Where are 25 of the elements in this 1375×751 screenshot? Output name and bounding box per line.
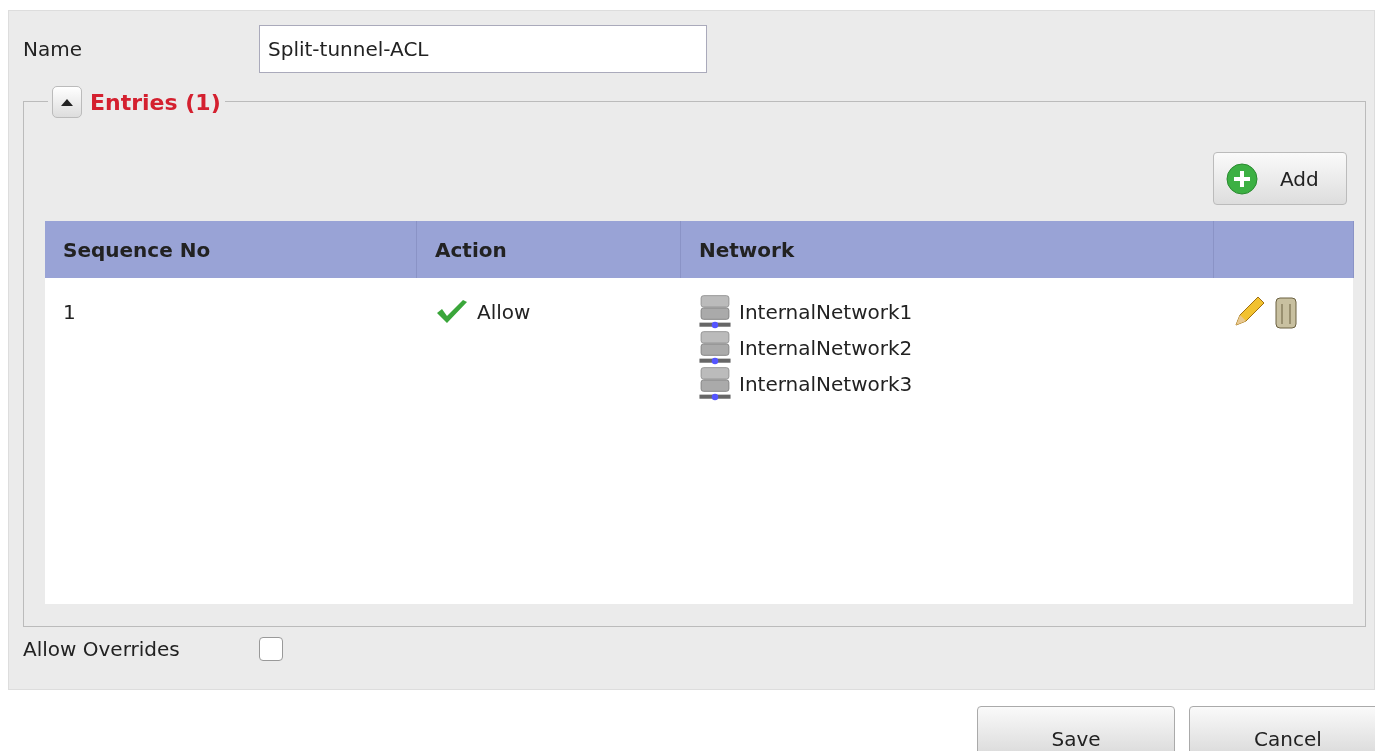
name-label: Name xyxy=(23,37,83,61)
add-button[interactable]: Add xyxy=(1213,152,1347,205)
action-cell: Allow xyxy=(477,300,531,324)
cancel-button[interactable]: Cancel xyxy=(1189,706,1375,751)
column-header: Network xyxy=(681,221,1214,278)
sequence-cell: 1 xyxy=(63,300,76,324)
pencil-icon[interactable] xyxy=(1232,295,1266,329)
check-icon xyxy=(435,299,469,325)
name-field[interactable]: Split-tunnel-ACL xyxy=(259,25,707,73)
column-header: Sequence No xyxy=(45,221,417,278)
network-name: InternalNetwork3 xyxy=(739,372,913,396)
trash-icon[interactable] xyxy=(1274,294,1298,330)
allow-overrides-label: Allow Overrides xyxy=(23,637,181,661)
plus-icon xyxy=(1226,162,1258,195)
triangle-icon xyxy=(60,97,74,107)
server-icon xyxy=(699,294,731,330)
network-name: InternalNetwork2 xyxy=(739,336,913,360)
collapse-button[interactable] xyxy=(52,86,82,118)
allow-overrides-checkbox[interactable] xyxy=(259,637,283,661)
column-header: Action xyxy=(417,221,681,278)
save-button[interactable]: Save xyxy=(977,706,1175,751)
server-icon xyxy=(699,366,731,402)
entries-title: Entries (1) xyxy=(90,89,221,115)
network-name: InternalNetwork1 xyxy=(739,300,913,324)
server-icon xyxy=(699,330,731,366)
